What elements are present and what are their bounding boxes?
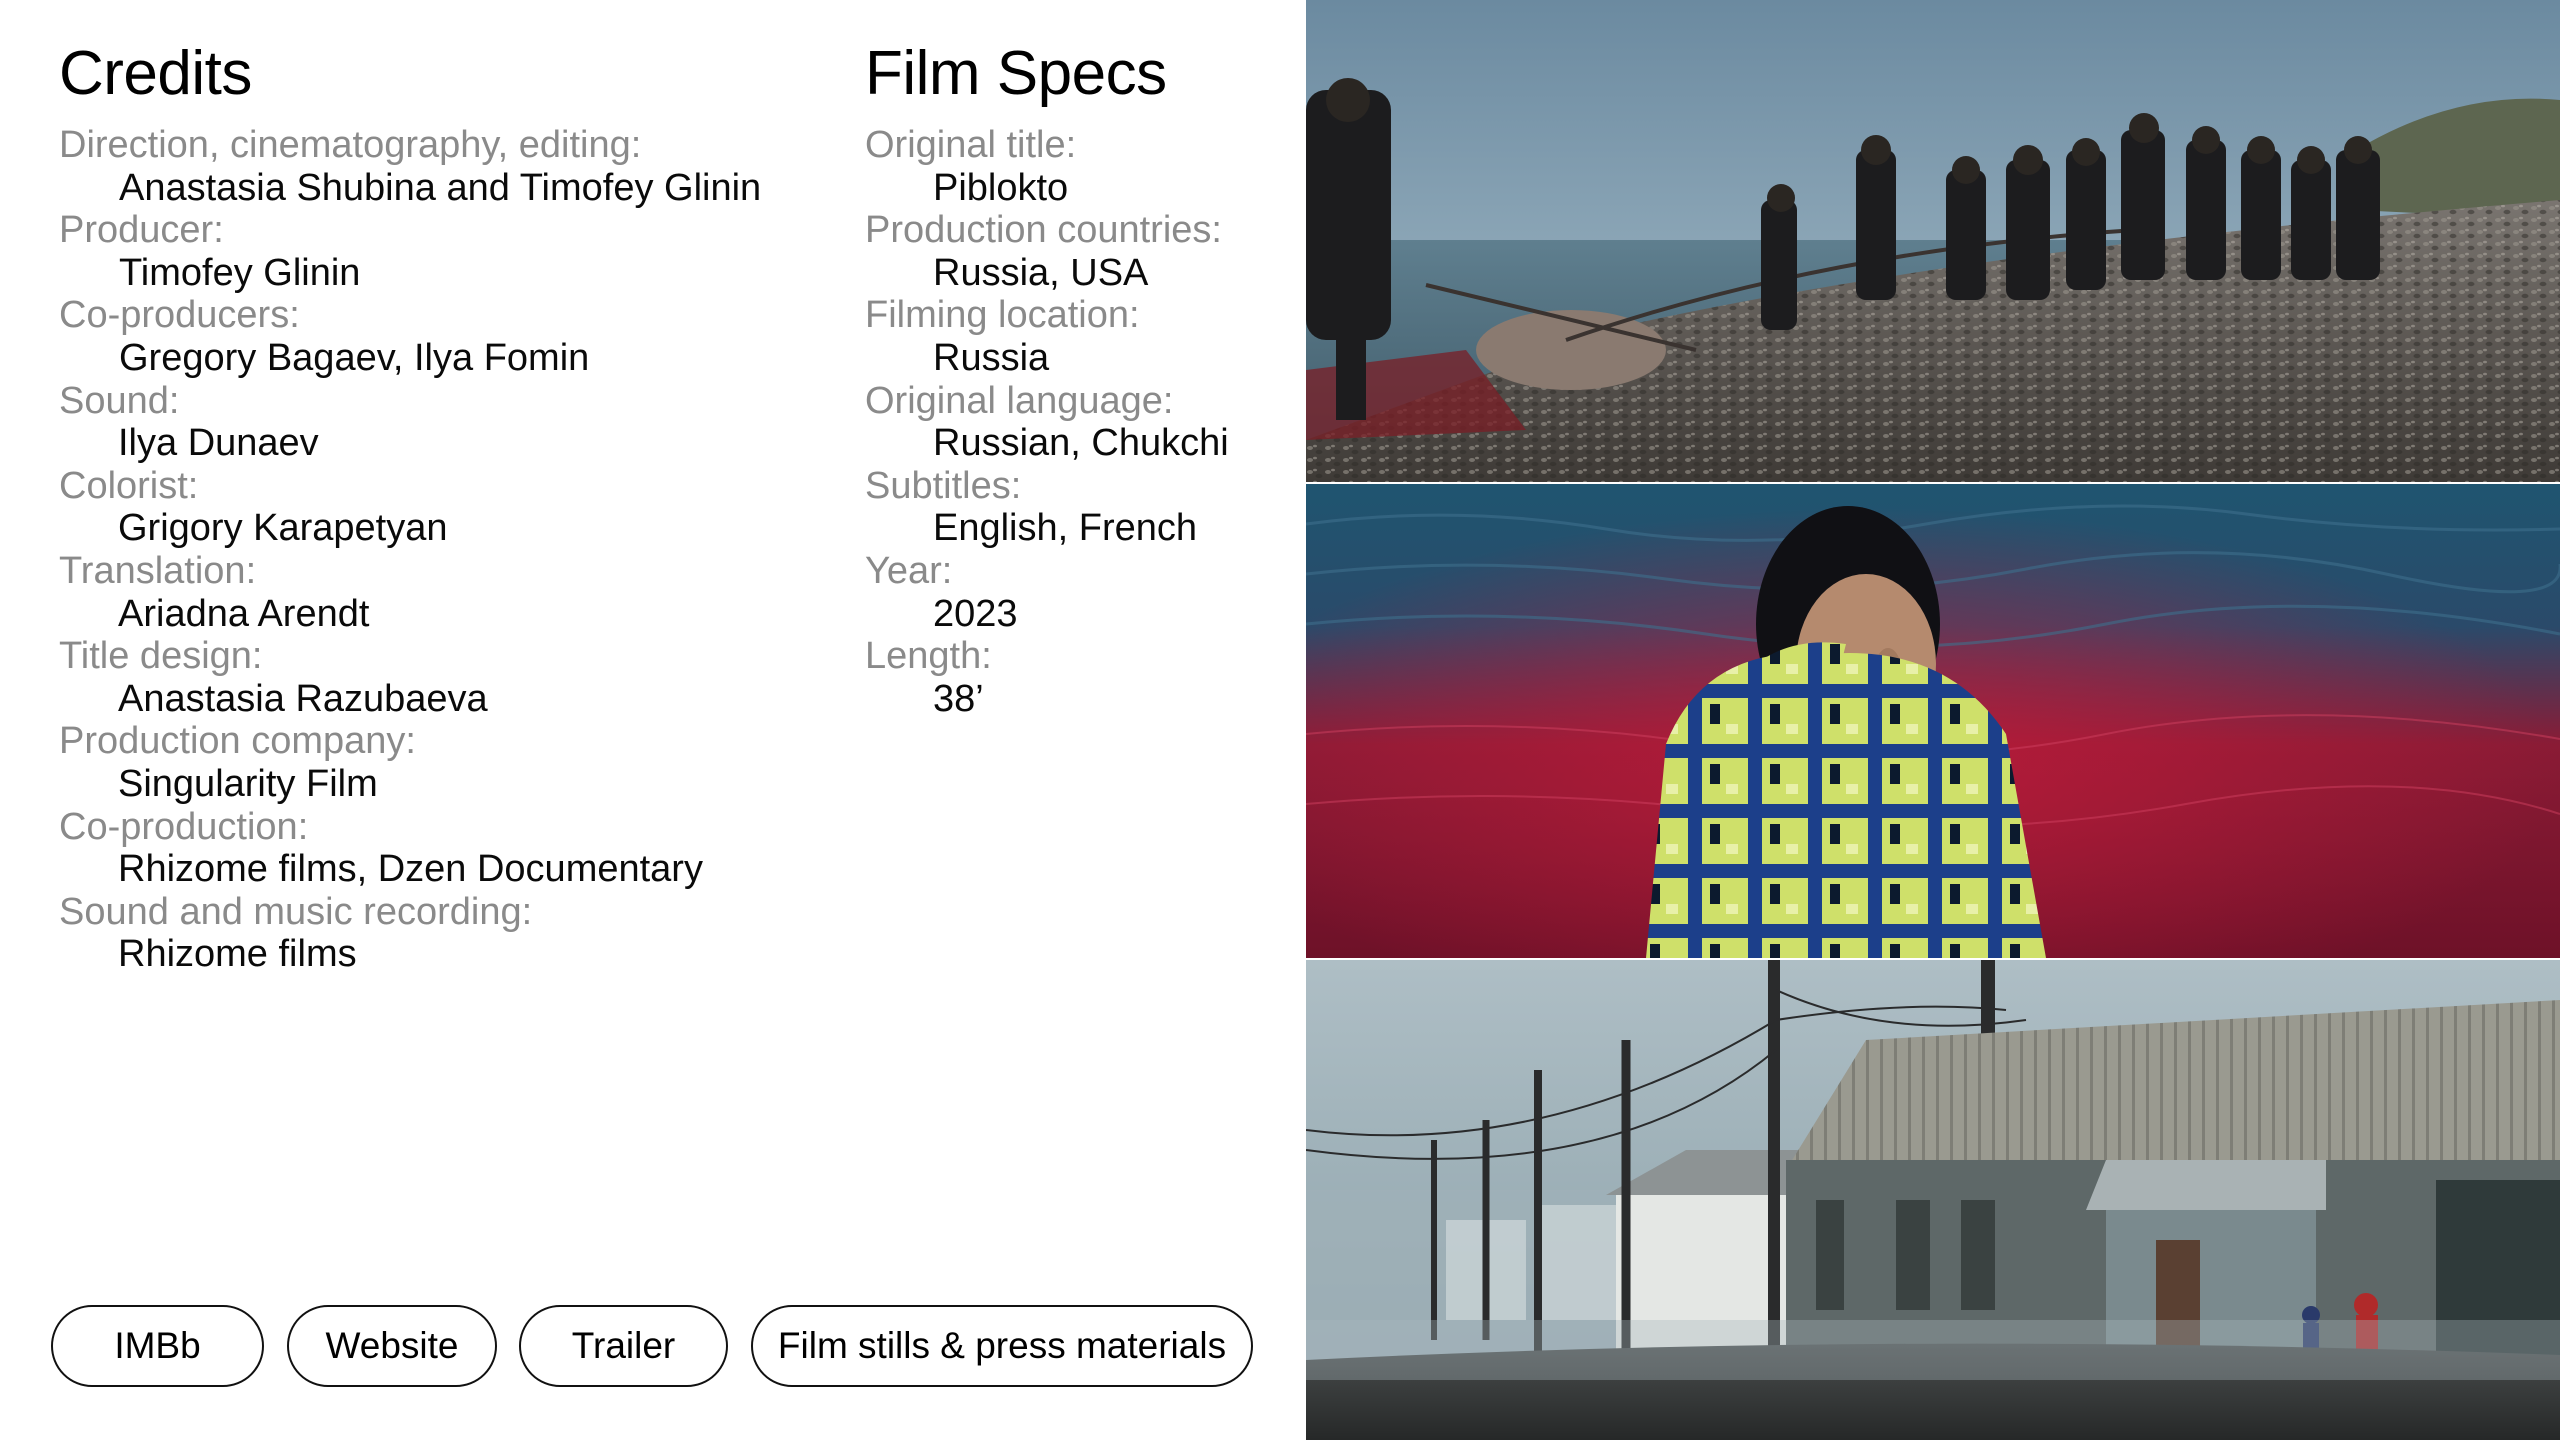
credits-list: Direction, cinematography, editing: Anas… [59,124,819,976]
credit-label: Colorist: [59,464,199,507]
imdb-button[interactable]: IMBb [51,1305,264,1387]
spec-label: Production countries: [865,209,1222,252]
spec-value: Russia [933,336,1050,379]
spec-value: 2023 [933,592,1018,635]
info-panel: Credits Direction, cinematography, editi… [0,0,1306,1440]
spec-value: 38’ [933,677,984,720]
credit-label: Sound: [59,379,180,422]
trailer-button[interactable]: Trailer [519,1305,728,1387]
film-stills [1306,0,2560,1440]
credit-value: Anastasia Razubaeva [118,677,488,720]
credit-label: Sound and music recording: [59,890,533,933]
credit-label: Translation: [59,549,257,592]
beach-hauling-image [1306,0,2560,482]
credit-entry: Co-producers: Gregory Bagaev, Ilya Fomin [59,294,819,379]
credit-entry: Direction, cinematography, editing: Anas… [59,124,819,209]
spec-value: English, French [933,507,1198,550]
film-stills-press-button[interactable]: Film stills & press materials [751,1305,1253,1387]
spec-label: Original title: [865,124,1077,166]
credits-heading: Credits [59,39,252,108]
spec-value: Russia, USA [933,251,1149,294]
credit-label: Co-producers: [59,294,300,337]
spec-entry: Original title: Piblokto [865,124,1295,209]
credit-value: Grigory Karapetyan [118,507,448,550]
spec-entry: Original language: Russian, Chukchi [865,380,1295,465]
spec-label: Year: [865,549,953,592]
credit-label: Producer: [59,209,224,252]
film-still-foggy-village [1306,960,2560,1440]
credit-entry: Translation: Ariadna Arendt [59,550,819,635]
credit-label: Title design: [59,635,263,678]
film-specs-heading: Film Specs [865,39,1167,108]
spec-entry: Year: 2023 [865,550,1295,635]
credit-value: Gregory Bagaev, Ilya Fomin [119,336,590,379]
spec-label: Original language: [865,379,1174,422]
credit-value: Rhizome films, Dzen Documentary [118,848,703,891]
credit-entry: Colorist: Grigory Karapetyan [59,465,819,550]
credit-value: Timofey Glinin [119,251,361,294]
credit-label: Direction, cinematography, editing: [59,124,642,166]
spec-value: Russian, Chukchi [933,422,1229,465]
credit-entry: Production company: Singularity Film [59,720,819,805]
film-still-beach-hauling [1306,0,2560,482]
child-red-water-image [1306,484,2560,958]
credit-value: Anastasia Shubina and Timofey Glinin [119,166,762,209]
credit-entry: Producer: Timofey Glinin [59,209,819,294]
spec-entry: Subtitles: English, French [865,465,1295,550]
spec-label: Length: [865,635,992,678]
film-still-child-red-water [1306,484,2560,958]
spec-entry: Filming location: Russia [865,294,1295,379]
credit-value: Ariadna Arendt [118,592,370,635]
credit-value: Ilya Dunaev [118,422,319,465]
spec-entry: Production countries: Russia, USA [865,209,1295,294]
spec-label: Subtitles: [865,464,1022,507]
credit-entry: Sound: Ilya Dunaev [59,380,819,465]
film-specs-list: Original title: Piblokto Production coun… [865,124,1295,720]
credit-entry: Sound and music recording: Rhizome films [59,891,819,976]
credit-label: Co-production: [59,805,309,848]
spec-value: Piblokto [933,166,1069,209]
credit-label: Production company: [59,720,416,763]
credit-value: Rhizome films [118,933,357,976]
foggy-village-image [1306,960,2560,1440]
credit-entry: Co-production: Rhizome films, Dzen Docum… [59,806,819,891]
website-button[interactable]: Website [287,1305,497,1387]
credit-value: Singularity Film [118,762,378,805]
spec-entry: Length: 38’ [865,635,1295,720]
spec-label: Filming location: [865,294,1140,337]
film-info-page: Credits Direction, cinematography, editi… [0,0,2560,1440]
credit-entry: Title design: Anastasia Razubaeva [59,635,819,720]
